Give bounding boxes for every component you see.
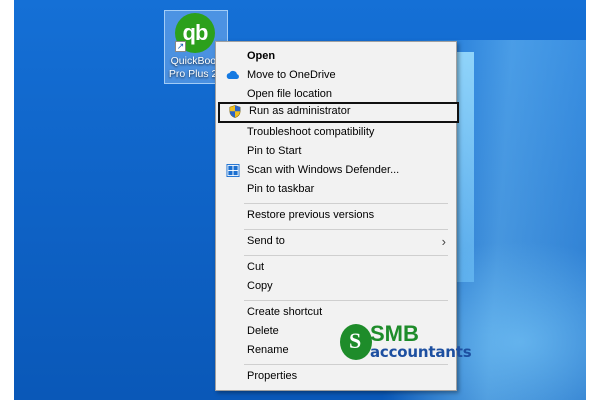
menu-item-pin-to-taskbar[interactable]: Pin to taskbar: [216, 180, 456, 199]
menu-item-label: Open file location: [247, 88, 332, 100]
menu-item-label: Troubleshoot compatibility: [247, 126, 375, 138]
menu-item-label: Send to: [247, 235, 285, 247]
menu-item-label: Move to OneDrive: [247, 69, 336, 81]
menu-item-pin-to-start[interactable]: Pin to Start: [216, 142, 456, 161]
submenu-chevron-icon: ›: [441, 234, 446, 249]
menu-item-scan-with-windows-defender[interactable]: Scan with Windows Defender...: [216, 161, 456, 180]
menu-item-label: Scan with Windows Defender...: [247, 164, 400, 176]
menu-item-label: Run as administrator: [249, 105, 351, 117]
menu-item-send-to[interactable]: Send to ›: [216, 232, 456, 251]
menu-separator: [244, 300, 448, 301]
menu-item-label: Delete: [247, 325, 279, 337]
menu-item-label: Create shortcut: [247, 306, 323, 318]
menu-item-label: Pin to Start: [247, 145, 302, 157]
menu-item-run-as-administrator[interactable]: Run as administrator: [218, 102, 459, 123]
menu-item-label: Properties: [247, 370, 298, 382]
menu-item-copy[interactable]: Copy: [216, 277, 456, 296]
onedrive-cloud-icon: [226, 70, 239, 79]
uac-shield-icon: [229, 105, 241, 118]
menu-item-restore-previous-versions[interactable]: Restore previous versions: [216, 206, 456, 225]
menu-separator: [244, 203, 448, 204]
smb-accountants-watermark: S SMB accountants: [340, 321, 472, 368]
menu-separator: [244, 229, 448, 230]
windows-defender-icon: [226, 164, 240, 177]
watermark-logo-letter: S: [349, 328, 362, 353]
shortcut-arrow-icon: ↗: [175, 41, 186, 52]
menu-item-label: Open: [247, 50, 276, 62]
menu-item-cut[interactable]: Cut: [216, 258, 456, 277]
menu-item-label: Rename: [247, 344, 289, 356]
menu-item-move-to-onedrive[interactable]: Move to OneDrive: [216, 66, 456, 85]
menu-item-properties[interactable]: Properties: [216, 367, 456, 386]
menu-item-create-shortcut[interactable]: Create shortcut: [216, 303, 456, 322]
menu-item-label: Copy: [247, 280, 273, 292]
menu-item-label: Restore previous versions: [247, 209, 375, 221]
menu-item-troubleshoot-compatibility[interactable]: Troubleshoot compatibility: [216, 123, 456, 142]
menu-item-label: Cut: [247, 261, 265, 273]
menu-separator: [244, 255, 448, 256]
menu-item-label: Pin to taskbar: [247, 183, 315, 195]
menu-item-open[interactable]: Open: [216, 47, 456, 66]
watermark-text-accountants: accountants: [370, 343, 472, 361]
